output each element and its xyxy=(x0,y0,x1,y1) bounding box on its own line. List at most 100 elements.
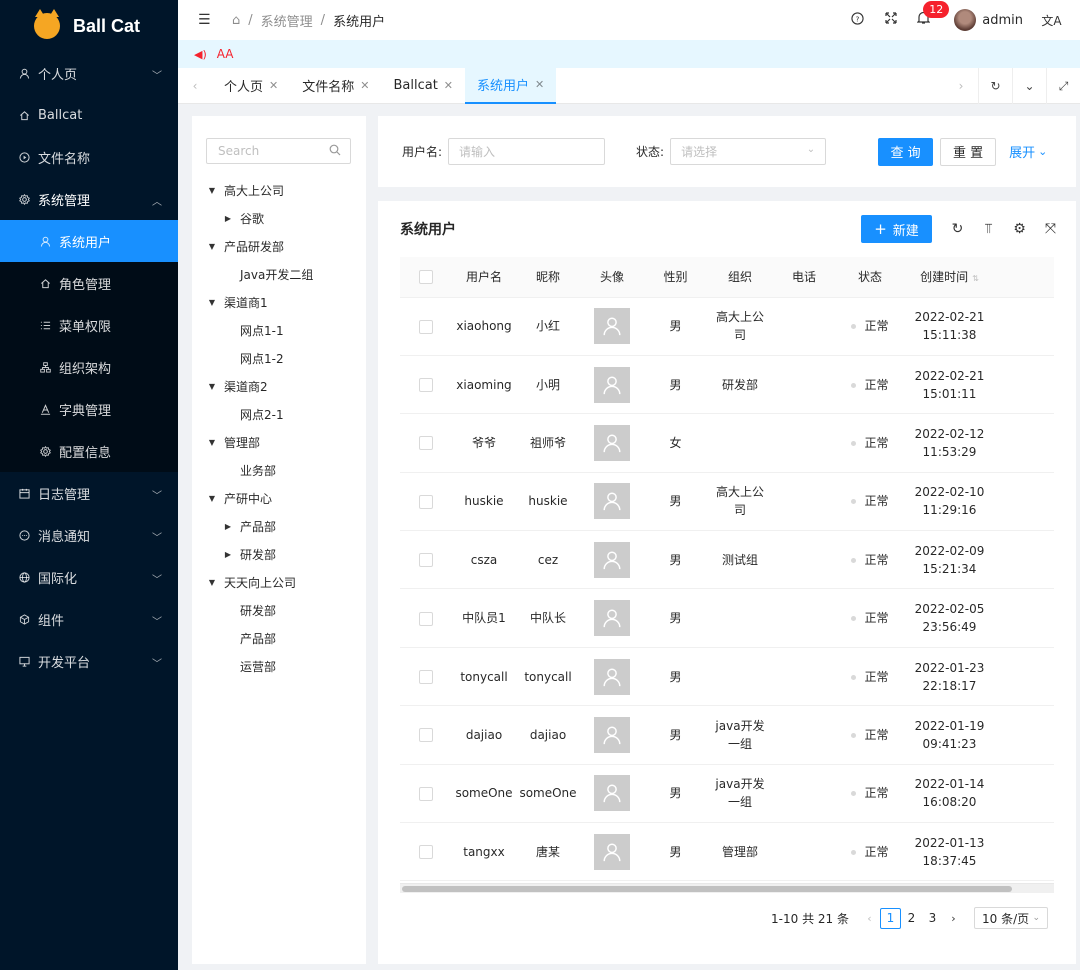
table-row[interactable]: xiaohong 小红 男高大上公司 正常 2022-02-21 15:11:38 xyxy=(400,297,1054,356)
row-checkbox[interactable] xyxy=(419,378,433,393)
page-item[interactable]: 3 xyxy=(922,908,943,929)
logo[interactable]: Ball Cat xyxy=(0,0,178,52)
tree-node-label[interactable]: 产品部 xyxy=(240,518,276,535)
reload-icon[interactable]: ↻ xyxy=(978,68,1012,104)
caret-down-icon[interactable]: ▼ xyxy=(206,186,218,195)
tree-node-label[interactable]: 网点1-1 xyxy=(240,322,284,339)
tree-node-label[interactable]: Java开发二组 xyxy=(240,266,313,283)
tree-node[interactable]: 产品部 xyxy=(206,624,351,652)
tree-node-label[interactable]: 运营部 xyxy=(240,658,276,675)
table-row[interactable]: tangxx 唐某 男管理部 正常 2022-01-13 18:37:45 xyxy=(400,822,1054,882)
table-row[interactable]: 中队员1 中队长 男 正常 2022-02-05 23:56:49 xyxy=(400,588,1054,648)
tab-2[interactable]: Ballcat ✕ xyxy=(381,68,465,104)
expand-link[interactable]: 展开 ⌄ xyxy=(1009,142,1047,161)
tree-node-label[interactable]: 产品研发部 xyxy=(224,238,284,255)
tree-node-label[interactable]: 渠道商1 xyxy=(224,294,268,311)
row-checkbox[interactable] xyxy=(419,670,433,685)
tree-node-label[interactable]: 高大上公司 xyxy=(224,182,284,199)
tree-node[interactable]: ▶ 产品部 xyxy=(206,512,351,540)
sort-icon[interactable]: ⇅ xyxy=(972,274,979,283)
breadcrumb-item-system[interactable]: 系统管理 xyxy=(261,11,313,30)
tree-search-input[interactable]: Search xyxy=(206,138,351,164)
page-item[interactable]: 1 xyxy=(880,907,901,929)
sidebar-item-0[interactable]: 个人页 ﹀ xyxy=(0,52,178,94)
table-row[interactable]: xiaoming 小明 男研发部 正常 2022-02-21 15:01:11 xyxy=(400,355,1054,415)
tree-node-label[interactable]: 网点2-1 xyxy=(240,406,284,423)
sidebar-item-3[interactable]: 系统管理 ︿ xyxy=(0,178,178,220)
horizontal-scrollbar[interactable] xyxy=(400,883,1054,893)
tree-node[interactable]: ▼ 天天向上公司 xyxy=(206,568,351,596)
row-checkbox[interactable] xyxy=(419,436,433,451)
tree-node[interactable]: 网点1-2 xyxy=(206,344,351,372)
row-checkbox[interactable] xyxy=(419,611,433,626)
tree-node[interactable]: ▼ 产研中心 xyxy=(206,484,351,512)
tab-1[interactable]: 文件名称 ✕ xyxy=(290,68,381,104)
page-item[interactable]: 2 xyxy=(901,908,922,929)
tree-node[interactable]: ▼ 高大上公司 xyxy=(206,176,351,204)
sidebar-subitem-5[interactable]: 配置信息 xyxy=(0,430,178,472)
sidebar-subitem-1[interactable]: 角色管理 xyxy=(0,262,178,304)
user-menu[interactable]: admin xyxy=(954,9,1023,31)
caret-right-icon[interactable]: ▶ xyxy=(222,522,234,531)
fullscreen-icon[interactable] xyxy=(874,12,907,28)
sidebar-subitem-2[interactable]: 菜单权限 xyxy=(0,304,178,346)
tree-node[interactable]: 网点1-1 xyxy=(206,316,351,344)
help-icon[interactable]: ? xyxy=(841,11,874,29)
tree-node-label[interactable]: 网点1-2 xyxy=(240,350,284,367)
tree-node-label[interactable]: 研发部 xyxy=(240,602,276,619)
tree-node[interactable]: 业务部 xyxy=(206,456,351,484)
page-size-select[interactable]: 10 条/页 ⌄ xyxy=(974,907,1048,929)
next-page-icon[interactable]: › xyxy=(943,908,964,929)
translate-icon[interactable]: 文A xyxy=(1035,12,1068,29)
caret-right-icon[interactable]: ▶ xyxy=(222,214,234,223)
row-checkbox[interactable] xyxy=(419,553,433,568)
tree-node-label[interactable]: 谷歌 xyxy=(240,210,264,227)
caret-down-icon[interactable]: ▼ xyxy=(206,242,218,251)
prev-page-icon[interactable]: ‹ xyxy=(859,908,880,929)
sidebar-subitem-4[interactable]: 字典管理 xyxy=(0,388,178,430)
table-row[interactable]: tonycall tonycall 男 正常 2022-01-23 22:18:17 xyxy=(400,647,1054,707)
tab-scroll-left-icon[interactable]: ‹ xyxy=(178,79,212,93)
tree-node-label[interactable]: 业务部 xyxy=(240,462,276,479)
tree-node-label[interactable]: 天天向上公司 xyxy=(224,574,296,591)
close-icon[interactable]: ✕ xyxy=(535,78,544,91)
row-checkbox[interactable] xyxy=(419,845,433,860)
table-row[interactable]: dajiao dajiao 男 java开发一组 正常 2022-01-19 09:41:… xyxy=(400,705,1054,765)
home-icon[interactable]: ⌂ xyxy=(232,13,240,28)
tree-node[interactable]: ▶ 研发部 xyxy=(206,540,351,568)
caret-down-icon[interactable]: ▼ xyxy=(206,298,218,307)
sidebar-item-6[interactable]: 国际化 ﹀ xyxy=(0,556,178,598)
sidebar-item-1[interactable]: Ballcat xyxy=(0,94,178,136)
column-height-icon[interactable]: ⫪ xyxy=(973,221,1004,237)
caret-down-icon[interactable]: ▼ xyxy=(206,494,218,503)
status-select[interactable]: 请选择 ⌄ xyxy=(670,138,827,165)
scrollbar-thumb[interactable] xyxy=(402,886,1012,892)
tree-node[interactable]: Java开发二组 xyxy=(206,260,351,288)
caret-down-icon[interactable]: ▼ xyxy=(206,438,218,447)
tree-node-label[interactable]: 研发部 xyxy=(240,546,276,563)
sidebar-item-7[interactable]: 组件 ﹀ xyxy=(0,598,178,640)
table-row[interactable]: huskie huskie 男高大上公司 正常 2022-02-10 11:29:16 xyxy=(400,472,1054,532)
query-button[interactable]: 查 询 xyxy=(878,137,934,166)
setting-icon[interactable]: ⚙ xyxy=(1004,221,1035,237)
sidebar-item-5[interactable]: 消息通知 ﹀ xyxy=(0,514,178,556)
sidebar-item-4[interactable]: 日志管理 ﹀ xyxy=(0,472,178,514)
tree-node[interactable]: ▼ 管理部 xyxy=(206,428,351,456)
row-checkbox[interactable] xyxy=(419,319,433,334)
tree-node-label[interactable]: 管理部 xyxy=(224,434,260,451)
username-input[interactable]: 请输入 xyxy=(448,138,606,165)
select-all-checkbox[interactable] xyxy=(419,270,433,284)
fullscreen-icon[interactable]: ⤧ xyxy=(1035,221,1066,237)
sidebar-item-2[interactable]: 文件名称 xyxy=(0,136,178,178)
row-checkbox[interactable] xyxy=(419,494,433,509)
close-icon[interactable]: ✕ xyxy=(444,79,453,92)
tree-node[interactable]: ▼ 产品研发部 xyxy=(206,232,351,260)
tree-node[interactable]: ▶ 谷歌 xyxy=(206,204,351,232)
sidebar-subitem-3[interactable]: 组织架构 xyxy=(0,346,178,388)
search-icon[interactable] xyxy=(329,144,341,159)
tree-node[interactable]: ▼ 渠道商1 xyxy=(206,288,351,316)
reset-button[interactable]: 重 置 xyxy=(940,137,997,166)
tree-node[interactable]: 网点2-1 xyxy=(206,400,351,428)
table-row[interactable]: someOne someOne 男 java开发一组 正常 2022-01-14 16:0… xyxy=(400,764,1054,824)
column-header-sortable[interactable]: 创建时间 ⇅ xyxy=(905,257,994,298)
